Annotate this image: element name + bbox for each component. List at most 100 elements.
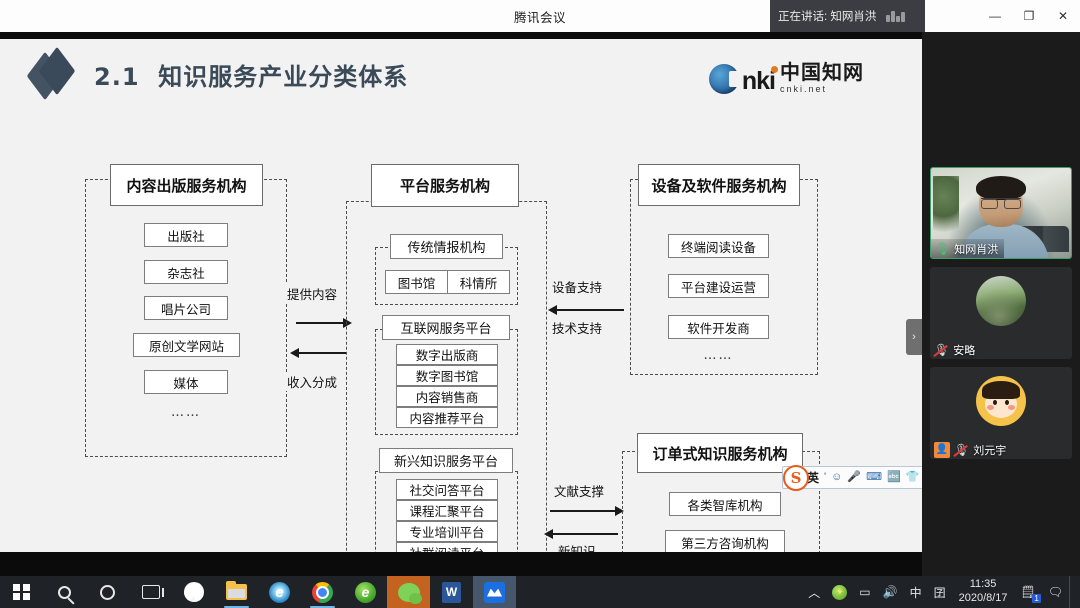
participant-tile-3[interactable]: 👤 🎙 刘元宇	[930, 367, 1072, 459]
item-digital-publisher: 数字出版商	[396, 344, 498, 365]
label-emerging-knowledge: 新兴知识服务平台	[379, 448, 513, 473]
item-publisher: 出版社	[144, 223, 228, 247]
flow-label-device-support: 设备支持	[551, 277, 604, 296]
taskbar-clock[interactable]: 11:35 2020/8/17	[952, 576, 1015, 608]
ime-translate-icon[interactable]: 🔤	[887, 472, 901, 483]
item-course-hub: 课程汇聚平台	[396, 500, 498, 521]
participant-tile-2[interactable]: 🎙 安略	[930, 267, 1072, 359]
host-badge-icon: 👤	[934, 441, 950, 458]
windows-taskbar: ︿ ✦ ▭ 🔊 中 囝 11:35 2020/8/17 🗒1 🗨	[0, 576, 1080, 608]
shared-screen[interactable]: 2.1 知识服务产业分类体系 nki 中国知网 cnki.net 内容出版服务机…	[0, 39, 922, 552]
label-internet-platform: 互联网服务平台	[382, 315, 510, 340]
soft-keyboard-icon[interactable]: ⌨	[866, 472, 882, 483]
active-speaker-chip: 正在讲话: 知网肖洪	[770, 0, 925, 32]
taskbar-app-file-explorer[interactable]	[215, 576, 258, 608]
folder-icon	[226, 581, 247, 600]
ime-skin-icon[interactable]: 👕	[906, 472, 920, 483]
background-plant	[933, 176, 959, 244]
ime-punctuation-icon[interactable]: '	[824, 472, 826, 483]
participant-footer-1: 🎙 知网肖洪	[931, 239, 1005, 258]
action-center-button[interactable]: 🗨	[1042, 576, 1069, 608]
sogou-ime-toolbar[interactable]: S 英 ' ☺ 🎤 ⌨ 🔤 👕 ▦	[782, 465, 922, 491]
item-third-party-consulting: 第三方咨询机构	[665, 530, 785, 552]
tray-overflow-button[interactable]: ︿	[802, 576, 826, 608]
slide-title-text: 知识服务产业分类体系	[158, 62, 409, 91]
audio-wave-icon	[886, 10, 906, 22]
notification-center-button[interactable]: 🗒 1	[1015, 576, 1042, 608]
header-ondemand-knowledge: 订单式知识服务机构	[637, 433, 803, 473]
item-think-tank: 各类智库机构	[669, 492, 781, 516]
cnki-logo: nki 中国知网 cnki.net	[708, 63, 864, 96]
item-media: 媒体	[144, 370, 228, 394]
item-content-recommend: 内容推荐平台	[396, 407, 498, 428]
browser-360-icon	[355, 581, 376, 603]
tray-ime-shape[interactable]: 囝	[928, 576, 952, 608]
slide-section-number: 2.1	[94, 62, 140, 91]
mic-off-icon: 🎙	[954, 442, 970, 457]
tray-volume-icon[interactable]: 🔊	[877, 576, 904, 608]
item-pro-training: 专业培训平台	[396, 521, 498, 542]
start-button[interactable]	[0, 576, 43, 608]
sogou-logo-icon[interactable]: S	[783, 465, 809, 491]
taskbar-app-sogou[interactable]	[172, 576, 215, 608]
task-view-button[interactable]	[129, 576, 172, 608]
minimize-button[interactable]: —	[978, 0, 1012, 32]
taskbar-app-chrome[interactable]	[301, 576, 344, 608]
flow-label-provide-content: 提供内容	[286, 284, 339, 303]
active-speaker-label: 正在讲话: 知网肖洪	[778, 11, 877, 23]
tray-ime-language[interactable]: 中	[904, 576, 928, 608]
item-library: 图书馆	[385, 270, 448, 294]
taskbar-app-internet-explorer[interactable]	[258, 576, 301, 608]
cnki-domain-text: cnki.net	[780, 84, 828, 94]
task-view-icon	[141, 585, 164, 599]
person-hair	[976, 176, 1026, 200]
show-desktop-button[interactable]	[1069, 576, 1076, 608]
item-reading-device: 终端阅读设备	[668, 234, 769, 258]
item-content-seller: 内容销售商	[396, 386, 498, 407]
item-magazine: 杂志社	[144, 260, 228, 284]
participant-tile-1[interactable]: 🎙 知网肖洪	[930, 167, 1072, 259]
taskbar-app-tencent-meeting[interactable]	[473, 576, 516, 608]
header-platform-services: 平台服务机构	[371, 164, 519, 207]
taskbar-search-button[interactable]	[43, 576, 86, 608]
internet-explorer-icon	[269, 581, 290, 603]
tencent-meeting-icon	[484, 581, 505, 603]
mic-off-icon: 🎙	[934, 342, 950, 357]
participant-footer-3: 👤 🎙 刘元宇	[930, 440, 1012, 459]
item-software-developer: 软件开发商	[668, 315, 769, 339]
participant-footer-2: 🎙 安略	[930, 340, 981, 359]
item-sci-info-institute: 科情所	[447, 270, 510, 294]
arrow-provide-content	[296, 318, 352, 327]
arrow-tech-support	[548, 305, 624, 314]
system-tray: ︿ ✦ ▭ 🔊 中 囝 11:35 2020/8/17 🗒 1 🗨	[802, 576, 1080, 608]
participant-name-3: 刘元宇	[973, 444, 1007, 457]
ellipsis-device-software: ……	[703, 348, 734, 363]
taskbar-app-wechat[interactable]	[387, 576, 430, 608]
wechat-icon	[397, 582, 422, 604]
voice-input-icon[interactable]: 🎤	[847, 472, 861, 483]
cortana-button[interactable]	[86, 576, 129, 608]
taskbar-app-word[interactable]	[430, 576, 473, 608]
word-icon	[442, 581, 461, 603]
item-social-qa: 社交问答平台	[396, 479, 498, 500]
avatar	[976, 376, 1026, 426]
emoji-icon[interactable]: ☺	[831, 472, 842, 483]
tray-security-icon[interactable]: ✦	[826, 576, 853, 608]
cnki-letters: nki	[741, 67, 776, 96]
flow-label-revenue-share: 收入分成	[286, 372, 339, 391]
collapse-panel-button[interactable]: ›	[906, 319, 922, 355]
mic-on-icon: 🎙	[935, 241, 951, 256]
close-button[interactable]: ✕	[1046, 0, 1080, 32]
avatar	[976, 276, 1026, 326]
arrow-literature-support	[550, 506, 624, 515]
maximize-button[interactable]: ❐	[1012, 0, 1046, 32]
item-literature-site: 原创文学网站	[133, 333, 240, 357]
label-traditional-info: 传统情报机构	[390, 234, 503, 259]
item-platform-operation: 平台建设运营	[668, 274, 769, 298]
slide-header: 2.1 知识服务产业分类体系	[26, 46, 409, 101]
header-content-publishing: 内容出版服务机构	[110, 164, 263, 206]
tray-battery-icon[interactable]: ▭	[853, 576, 876, 608]
search-icon	[58, 585, 71, 599]
window-controls: — ❐ ✕	[978, 0, 1080, 32]
taskbar-app-360-browser[interactable]	[344, 576, 387, 608]
